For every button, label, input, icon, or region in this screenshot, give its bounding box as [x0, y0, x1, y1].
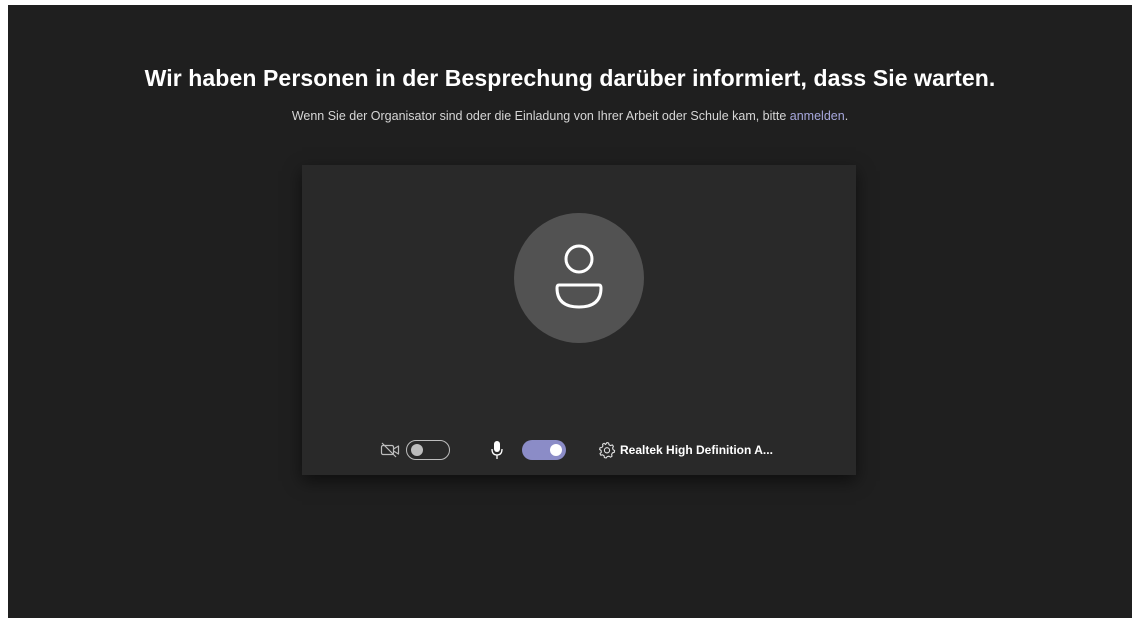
person-icon — [553, 241, 605, 316]
meeting-lobby-window: Wir haben Personen in der Besprechung da… — [8, 5, 1132, 618]
lobby-heading: Wir haben Personen in der Besprechung da… — [144, 65, 996, 91]
subtext-suffix: . — [844, 109, 849, 123]
microphone-toggle-knob — [550, 444, 562, 456]
lobby-subtext: Wenn Sie der Organisator sind oder die E… — [8, 109, 1132, 123]
microphone-icon — [490, 440, 504, 460]
microphone-toggle[interactable] — [522, 440, 566, 460]
avatar — [514, 213, 644, 343]
signin-link[interactable]: anmelden — [790, 109, 845, 123]
device-controls: Realtek High Definition A... — [302, 435, 856, 465]
camera-toggle[interactable] — [406, 440, 450, 460]
camera-toggle-knob — [411, 444, 423, 456]
subtext-prefix: Wenn Sie der Organisator sind oder die E… — [291, 109, 790, 123]
camera-off-icon — [380, 441, 400, 459]
video-preview-panel: Realtek High Definition A... — [302, 165, 856, 475]
audio-device-label[interactable]: Realtek High Definition A... — [620, 443, 773, 457]
gear-icon[interactable] — [598, 441, 616, 459]
